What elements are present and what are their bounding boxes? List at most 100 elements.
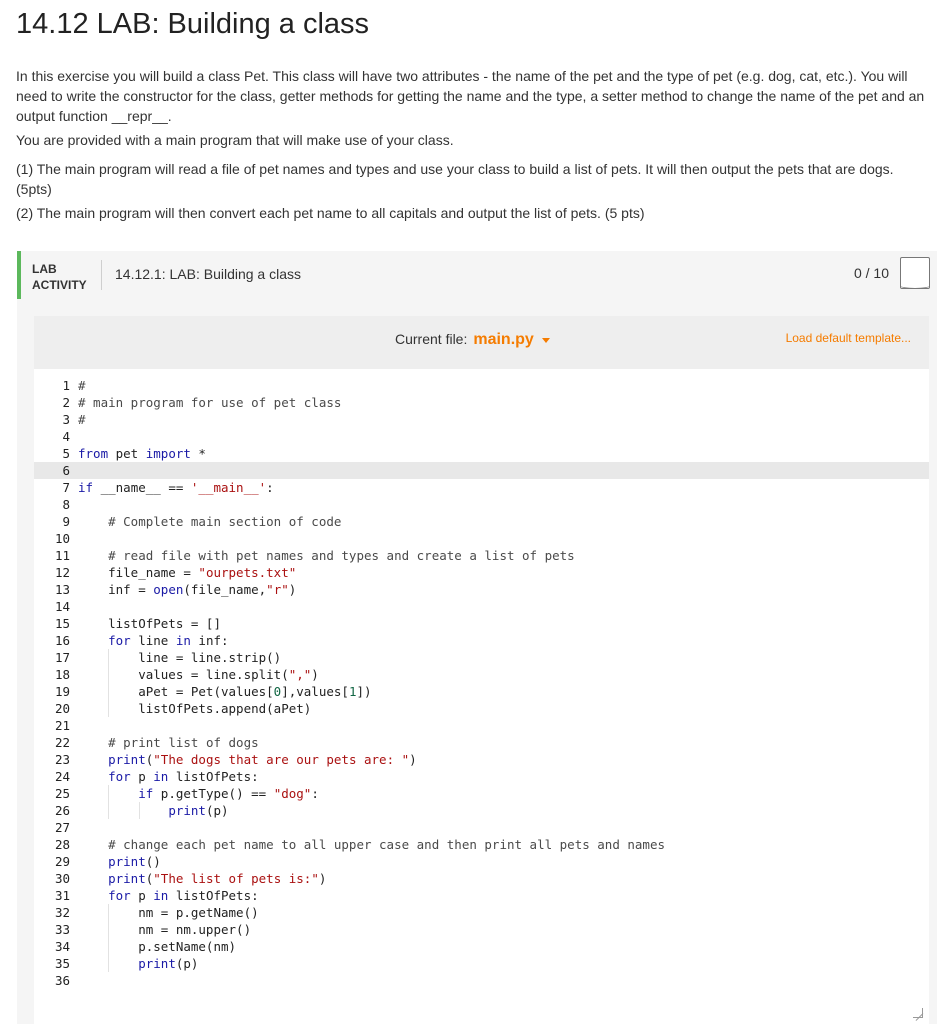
instructions-paragraph: You are provided with a main program tha…	[16, 132, 454, 148]
line-number: 12	[54, 565, 70, 580]
page-title: 14.12 LAB: Building a class	[16, 8, 370, 40]
instructions-paragraph: In this exercise you will build a class …	[16, 68, 925, 124]
instructions-paragraph: (1) The main program will read a file of…	[16, 161, 894, 197]
code-line[interactable]: print("The dogs that are our pets are: "…	[78, 751, 929, 768]
code-line[interactable]	[78, 530, 929, 547]
line-number: 8	[62, 497, 70, 512]
current-file-selector[interactable]: Current file: main.py	[395, 331, 550, 349]
divider	[101, 260, 102, 290]
indent-guide	[108, 904, 110, 921]
code-line[interactable]: values = line.split(",")	[78, 666, 929, 683]
code-line[interactable]	[78, 819, 929, 836]
code-line[interactable]: print("The list of pets is:")	[78, 870, 929, 887]
code-line[interactable]: aPet = Pet(values[0],values[1])	[78, 683, 929, 700]
line-number: 32	[54, 905, 70, 920]
line-number: 24	[54, 769, 70, 784]
code-line[interactable]: print(p)	[78, 802, 929, 819]
code-line[interactable]: # Complete main section of code	[78, 513, 929, 530]
line-number-gutter: 1 2 3 4 5 6 7 8 9 10 11 12 13 14 15 16 17 18 19 20 21 22 23 24 2…	[34, 377, 70, 989]
code-line[interactable]: # print list of dogs	[78, 734, 929, 751]
line-number: 11	[54, 548, 70, 563]
code-line[interactable]: #	[78, 377, 929, 394]
code-line[interactable]: if p.getType() == "dog":	[78, 785, 929, 802]
line-number: 31	[54, 888, 70, 903]
indent-guide	[108, 785, 110, 802]
code-line[interactable]: # read file with pet names and types and…	[78, 547, 929, 564]
line-number: 26	[54, 803, 70, 818]
lab-activity-header: LAB ACTIVITY 14.12.1: LAB: Building a cl…	[17, 251, 937, 299]
indent-guide	[108, 921, 110, 938]
code-line[interactable]: nm = nm.upper()	[78, 921, 929, 938]
indent-guide	[108, 938, 110, 955]
indent-guide	[108, 700, 110, 717]
line-number: 3	[62, 412, 70, 427]
lab-score: 0 / 10	[853, 265, 889, 281]
indent-guide	[138, 802, 140, 819]
editor-panel: Current file: main.py Load default templa…	[34, 316, 929, 1024]
lab-tag-line: LAB	[32, 262, 57, 276]
lab-activity-tag: LAB ACTIVITY	[32, 261, 87, 293]
code-line[interactable]: listOfPets.append(aPet)	[78, 700, 929, 717]
indent-guide	[108, 649, 110, 666]
code-line[interactable]: inf = open(file_name,"r")	[78, 581, 929, 598]
code-line[interactable]	[78, 598, 929, 615]
indent-guide	[108, 802, 110, 819]
code-line[interactable]: print()	[78, 853, 929, 870]
code-line[interactable]: for line in inf:	[78, 632, 929, 649]
line-number: 17	[54, 650, 70, 665]
current-file-label: Current file:	[395, 331, 468, 347]
code-line[interactable]: p.setName(nm)	[78, 938, 929, 955]
code-line[interactable]	[78, 972, 929, 989]
current-file-name[interactable]: main.py	[473, 331, 533, 348]
line-number: 19	[54, 684, 70, 699]
line-number: 23	[54, 752, 70, 767]
code-line[interactable]: # change each pet name to all upper case…	[78, 836, 929, 853]
indent-guide	[108, 683, 110, 700]
code-line[interactable]: listOfPets = []	[78, 615, 929, 632]
line-number: 22	[54, 735, 70, 750]
line-number: 29	[54, 854, 70, 869]
code-lines[interactable]: # # main program for use of pet class # fro…	[78, 377, 929, 989]
code-line[interactable]: nm = p.getName()	[78, 904, 929, 921]
code-line[interactable]: from pet import *	[78, 445, 929, 462]
code-line[interactable]	[78, 717, 929, 734]
instructions: In this exercise you will build a class …	[16, 66, 926, 232]
indent-guide	[108, 666, 110, 683]
code-line[interactable]: for p in listOfPets:	[78, 887, 929, 904]
resize-handle-icon[interactable]	[913, 1008, 923, 1018]
line-number: 20	[54, 701, 70, 716]
lab-editor-container: Current file: main.py Load default templa…	[17, 299, 937, 1024]
line-number: 4	[62, 429, 70, 444]
lab-tag-line: ACTIVITY	[32, 278, 87, 292]
line-number: 2	[62, 395, 70, 410]
line-number: 35	[54, 956, 70, 971]
line-number: 34	[54, 939, 70, 954]
code-line[interactable]: file_name = "ourpets.txt"	[78, 564, 929, 581]
line-number: 30	[54, 871, 70, 886]
code-line[interactable]: if __name__ == '__main__':	[78, 479, 929, 496]
file-bar: Current file: main.py Load default templa…	[34, 316, 929, 364]
line-number: 16	[54, 633, 70, 648]
code-line[interactable]	[78, 428, 929, 445]
lab-name: 14.12.1: LAB: Building a class	[115, 266, 302, 282]
line-number: 14	[54, 599, 70, 614]
code-line[interactable]: print(p)	[78, 955, 929, 972]
line-number: 21	[54, 718, 70, 733]
line-number: 1	[62, 378, 70, 393]
indent-guide	[108, 955, 110, 972]
code-line[interactable]: for p in listOfPets:	[78, 768, 929, 785]
line-number: 15	[54, 616, 70, 631]
code-line[interactable]: line = line.strip()	[78, 649, 929, 666]
code-editor[interactable]: 1 2 3 4 5 6 7 8 9 10 11 12 13 14 15 16 17 18 19 20 21 22 23 24 2…	[34, 369, 929, 1024]
chevron-down-icon[interactable]	[541, 337, 550, 343]
code-line[interactable]: # main program for use of pet class	[78, 394, 929, 411]
line-number: 7	[62, 480, 70, 495]
line-number: 28	[54, 837, 70, 852]
line-number: 18	[54, 667, 70, 682]
line-number: 33	[54, 922, 70, 937]
code-line[interactable]	[78, 496, 929, 513]
instructions-paragraph: (2) The main program will then convert e…	[16, 205, 645, 221]
load-default-template-link[interactable]: Load default template...	[786, 331, 911, 345]
code-line[interactable]: #	[78, 411, 929, 428]
code-line[interactable]	[78, 462, 929, 479]
